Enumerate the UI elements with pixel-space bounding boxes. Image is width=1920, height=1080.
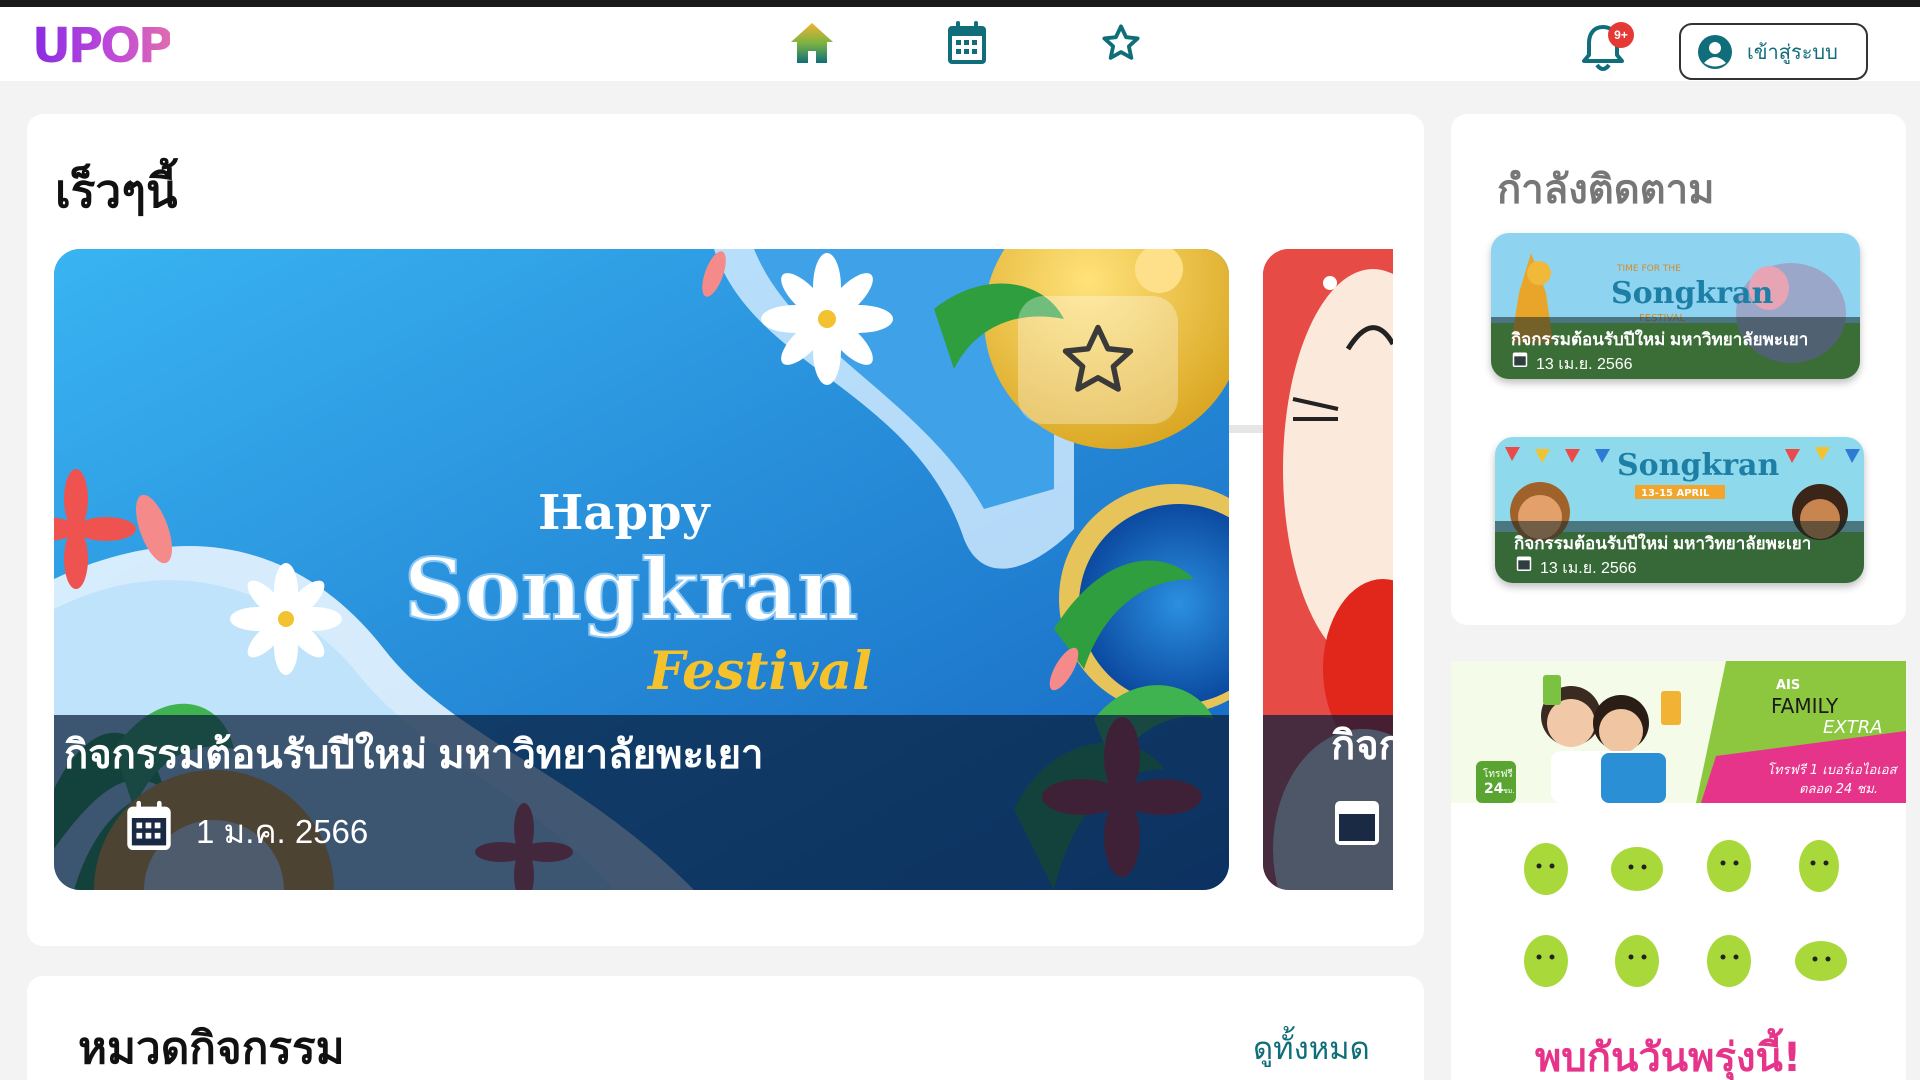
view-all-link[interactable]: ดูทั้งหมด [1253,1023,1370,1073]
following-title: กำลังติดตาม [1497,168,1715,212]
svg-text:FAMILY: FAMILY [1771,694,1839,718]
notification-badge: 9+ [1608,22,1634,48]
banner-happy-text: Happy [538,485,712,541]
calendar-icon [1512,352,1528,367]
event-title: กิจกรรมต้อนรับปีใหม่ มหาวิทยาลัยพะเยา [64,733,764,777]
following-card-date: 13 เม.ย. 2566 [1540,560,1637,577]
svg-text:13-15 APRIL: 13-15 APRIL [1641,488,1710,499]
nav-calendar[interactable] [943,19,991,67]
ais-ad-image: โทรฟรี 24 ชม. AIS FAMILY EXTRA โทรฟรี 1 … [1451,661,1906,1080]
window-top-strip [0,0,1920,7]
home-icon [791,23,833,63]
banner-songkran-text: Songkran [404,540,858,639]
svg-text:ตลอด 24 ชม.: ตลอด 24 ชม. [1799,782,1878,797]
following-card-date: 13 เม.ย. 2566 [1536,356,1633,373]
svg-text:โทรฟรี: โทรฟรี [1483,767,1513,780]
following-card-title: กิจกรรมต้อนรับปีใหม่ มหาวิทยาลัยพะเยา [1511,330,1809,349]
svg-text:Songkran: Songkran [1611,276,1773,311]
nav-home[interactable] [788,19,836,67]
star-icon [1102,24,1140,60]
upop-logo[interactable]: UPOP [32,21,173,71]
recent-title: เร็วๆนี้ [55,165,178,217]
next-event-title: กิจก [1331,723,1393,769]
user-icon [1698,34,1732,69]
carousel-divider [1229,425,1263,433]
svg-text:Songkran: Songkran [1617,448,1779,483]
nav-favorites[interactable] [1097,19,1145,67]
calendar-icon [1516,556,1532,571]
svg-text:EXTRA: EXTRA [1823,717,1883,738]
ais-advertisement[interactable]: โทรฟรี 24 ชม. AIS FAMILY EXTRA โทรฟรี 1 … [1451,661,1906,1080]
svg-text:TIME FOR THE: TIME FOR THE [1616,264,1681,274]
star-icon [1062,324,1134,392]
event-date: 1 ม.ค. 2566 [196,813,369,850]
login-button[interactable]: เข้าสู่ระบบ [1679,23,1868,80]
ad-footer-text: พบกันวันพรุ่งนี้! [1535,1028,1801,1080]
next-event-image: กิจก [1263,249,1393,890]
calendar-icon [127,800,171,850]
svg-text:24: 24 [1484,781,1504,797]
event-card-next[interactable]: กิจก [1263,249,1393,890]
svg-text:AIS: AIS [1776,678,1800,693]
favorite-button[interactable] [1018,296,1178,424]
categories-title: หมวดกิจกรรม [78,1024,345,1073]
svg-text:ชม.: ชม. [1503,787,1515,795]
top-navbar: UPOP 9+ เข้าสู่ระบบ [0,7,1920,81]
svg-text:โทรฟรี 1 เบอร์เอไอเอส: โทรฟรี 1 เบอร์เอไอเอส [1767,762,1899,778]
banner-festival-text: Festival [646,641,872,702]
calendar-icon [948,21,986,64]
following-card-title: กิจกรรมต้อนรับปีใหม่ มหาวิทยาลัยพะเยา [1514,534,1812,553]
login-label: เข้าสู่ระบบ [1747,41,1838,64]
